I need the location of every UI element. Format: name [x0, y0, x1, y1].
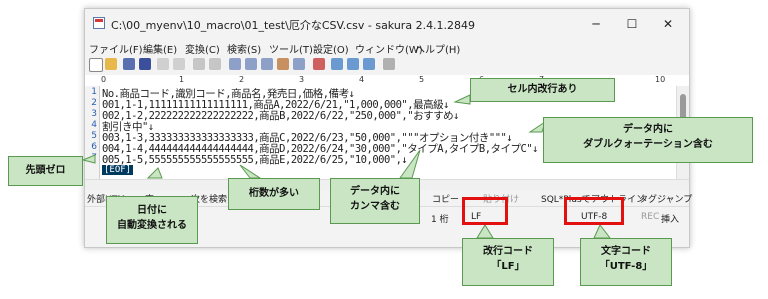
callout-line: ダブルクォーテーション含む — [583, 138, 713, 150]
ruler-mark: 10 — [655, 75, 666, 84]
compare-icon[interactable] — [331, 58, 343, 70]
callout-line: 自動変換される — [117, 219, 187, 231]
callout-leading-zero: 先頭ゼロ — [8, 156, 83, 186]
callout-date-convert: 日付に 自動変換される — [106, 196, 198, 244]
encoding-highlight-box — [564, 197, 624, 225]
code-line[interactable]: 005,1-5,555555555555555555,商品E,2022/6/25… — [102, 152, 408, 167]
callout-line: 文字コード — [601, 246, 651, 257]
outline-icon[interactable] — [347, 58, 359, 70]
menu-help[interactable]: ヘルプ(H) — [415, 41, 460, 56]
copy-button[interactable]: コピー — [432, 192, 459, 205]
callout-line: 改行コード — [483, 246, 533, 257]
search-icon[interactable] — [229, 58, 241, 70]
callout-double-quote: データ内に ダブルクォーテーション含む — [543, 117, 753, 163]
code-line[interactable]: 002,1-2,222222222222222222,商品B,2022/6/22… — [102, 108, 459, 123]
app-icon — [93, 17, 105, 29]
title-bar: C:\00_myenv\10_macro\01_test\厄介なCSV.csv … — [85, 9, 689, 39]
callout-line: 「UTF-8」 — [599, 260, 653, 272]
func-list-icon[interactable] — [363, 58, 375, 70]
callout-comma-in-data: データ内に カンマ含む — [330, 178, 420, 224]
column-indicator: 1 桁 — [431, 215, 449, 225]
menu-tools[interactable]: ツール(T) — [269, 41, 313, 56]
callout-many-digits: 桁数が多い — [228, 178, 320, 210]
callout-newline-in-cell: セル内改行あり — [470, 78, 615, 102]
undo-icon[interactable] — [157, 58, 169, 70]
toolbar — [85, 55, 689, 75]
menu-bar: ファイル(F) 編集(E) 変換(C) 検索(S) ツール(T) 設定(O) ウ… — [85, 39, 689, 56]
ruler-mark: 1 — [179, 75, 185, 84]
line-number: 7 — [91, 153, 97, 163]
window-title: C:\00_myenv\10_macro\01_test\厄介なCSV.csv … — [111, 19, 476, 32]
eof-marker: [EOF] — [102, 165, 134, 175]
ruler-mark: 3 — [299, 75, 305, 84]
callout-line: 「LF」 — [491, 260, 525, 272]
settings-icon[interactable] — [383, 58, 395, 70]
line-number: 5 — [91, 131, 97, 141]
search-prev-icon[interactable] — [245, 58, 257, 70]
maximize-button[interactable]: ☐ — [619, 14, 645, 34]
grep-icon[interactable] — [293, 58, 305, 70]
redo-icon[interactable] — [173, 58, 185, 70]
open-folder-icon[interactable] — [105, 58, 117, 70]
menu-window[interactable]: ウィンドウ(W) — [355, 41, 423, 56]
save-as-icon[interactable] — [139, 58, 151, 70]
ruler-mark: 0 — [101, 75, 107, 84]
callout-newline-code: 改行コード 「LF」 — [462, 238, 554, 286]
callout-char-code: 文字コード 「UTF-8」 — [580, 238, 672, 286]
line-number-gutter: 1 2 3 4 5 6 7 — [85, 86, 100, 179]
rec-indicator: REC — [641, 212, 660, 222]
jump-left-icon[interactable] — [193, 58, 205, 70]
search-next-icon[interactable] — [261, 58, 273, 70]
new-file-icon[interactable] — [89, 58, 103, 72]
line-number: 1 — [91, 87, 97, 97]
eol-highlight-box — [462, 197, 508, 225]
callout-line: データ内に — [623, 124, 673, 135]
tag-jump-button[interactable]: タグジャンプ — [639, 192, 692, 205]
replace-icon[interactable] — [277, 58, 289, 70]
callout-line: 日付に — [137, 205, 167, 216]
line-number: 2 — [91, 98, 97, 108]
callout-line: データ内に — [350, 186, 400, 197]
ruler-mark: 5 — [419, 75, 425, 84]
menu-search[interactable]: 検索(S) — [227, 41, 261, 56]
ruler-mark: 4 — [359, 75, 365, 84]
insert-mode-indicator: 挿入 — [661, 215, 680, 225]
ruler-mark: 2 — [239, 75, 245, 84]
menu-edit[interactable]: 編集(E) — [143, 41, 177, 56]
jump-right-icon[interactable] — [209, 58, 221, 70]
line-number: 3 — [91, 109, 97, 119]
line-number: 6 — [91, 142, 97, 152]
close-button[interactable]: ✕ — [655, 14, 681, 34]
minimize-button[interactable]: ─ — [583, 14, 609, 34]
menu-convert[interactable]: 変換(C) — [185, 41, 220, 56]
menu-settings[interactable]: 設定(O) — [313, 41, 349, 56]
bookmark-icon[interactable] — [313, 58, 325, 70]
line-number: 4 — [91, 120, 97, 130]
callout-line: カンマ含む — [350, 200, 400, 212]
save-icon[interactable] — [123, 58, 135, 70]
menu-file[interactable]: ファイル(F) — [89, 41, 143, 56]
